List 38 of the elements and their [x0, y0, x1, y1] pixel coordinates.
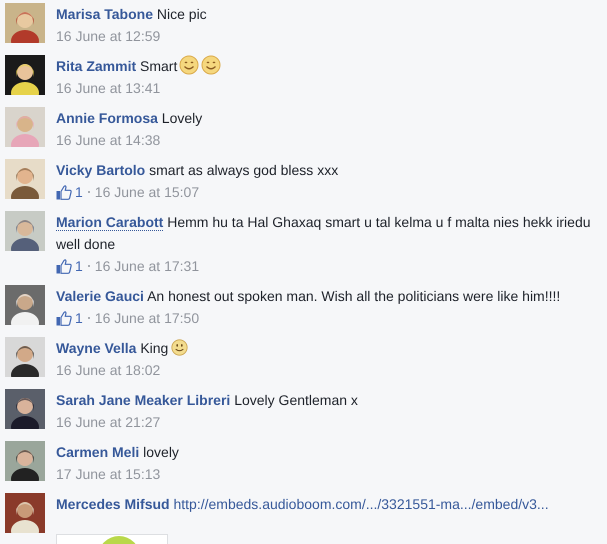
comment-text: Annie Formosa Lovely	[56, 109, 204, 128]
comment-timestamp[interactable]: 17 June at 15:13	[56, 463, 160, 485]
comment-timestamp[interactable]: 16 June at 17:50	[94, 307, 200, 329]
like-count-link[interactable]: 1	[56, 181, 83, 203]
commenter-name-link[interactable]: Carmen Meli	[56, 444, 140, 460]
commenter-name-link[interactable]: Marion Carabott	[56, 214, 164, 231]
comment-text: Rita Zammit Smart	[56, 55, 605, 77]
like-count-link[interactable]: 1	[56, 255, 83, 277]
comment-text: Wayne Vella King	[56, 337, 605, 359]
comment-timestamp[interactable]: 16 June at 12:59	[56, 25, 160, 47]
smiley-icon	[171, 339, 188, 356]
commenter-name-link[interactable]: Sarah Jane Meaker Libreri	[56, 392, 230, 408]
comment-text: Marion Carabott Hemm hu ta Hal Ghaxaq smart u tal kelma u f malta nies hekk iriedu well done	[56, 213, 592, 254]
commenter-name-link[interactable]: Marisa Tabone	[56, 6, 153, 22]
thumbs-up-icon	[56, 184, 72, 200]
commenter-name-link[interactable]: Rita Zammit	[56, 58, 136, 74]
comment-timestamp[interactable]: 16 June at 21:27	[56, 411, 160, 433]
comment-timestamp[interactable]: 16 June at 15:07	[94, 181, 200, 203]
comment-text: Valerie Gauci An honest out spoken man. Wish all the politicians were like him!!!!	[56, 287, 562, 306]
thumbs-up-icon	[56, 310, 72, 326]
comment-text: Carmen Meli lovely	[56, 443, 180, 462]
comment-timestamp[interactable]: 16 June at 13:41	[56, 77, 160, 99]
comment-text: Sarah Jane Meaker Libreri Lovely Gentleman x	[56, 391, 359, 410]
commenter-name-link[interactable]: Vicky Bartolo	[56, 162, 146, 178]
comment-text: Marisa Tabone Nice pic	[56, 5, 208, 24]
commenter-name-link[interactable]: Valerie Gauci	[56, 288, 144, 304]
comment-text: Vicky Bartolo smart as always god bless xxx	[56, 161, 340, 180]
comment-timestamp[interactable]: 16 June at 14:38	[56, 129, 160, 151]
like-count-link[interactable]: 1	[56, 307, 83, 329]
comment-timestamp[interactable]: 16 June at 17:31	[94, 255, 200, 277]
comment-timestamp[interactable]: 16 June at 18:02	[56, 359, 160, 381]
commenter-name-link[interactable]: Annie Formosa	[56, 110, 158, 126]
commenter-name-link[interactable]: Mercedes Mifsud	[56, 496, 170, 512]
smiley-icon	[179, 55, 200, 75]
thumbs-up-icon	[56, 258, 72, 274]
smiley-icon	[201, 55, 222, 75]
commenter-name-link[interactable]: Wayne Vella	[56, 340, 136, 356]
comment-link[interactable]: http://embeds.audioboom.com/.../3321551-ma.../embed/v3...	[170, 496, 549, 512]
